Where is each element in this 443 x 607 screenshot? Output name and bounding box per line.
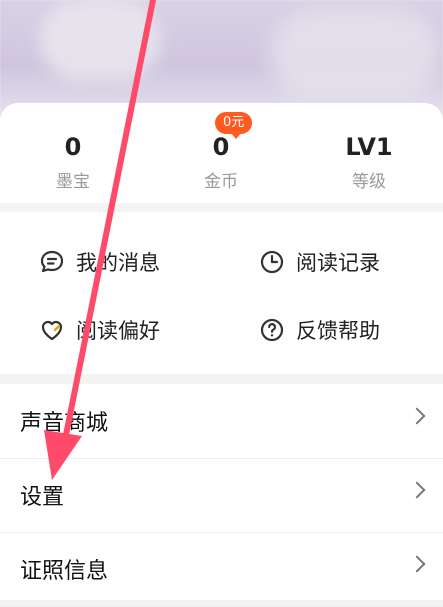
grid-item-preference[interactable]: 阅读偏好 bbox=[38, 310, 160, 350]
stat-level[interactable]: LV1 等级 bbox=[309, 133, 429, 192]
blurred-header-background bbox=[0, 0, 443, 120]
chevron-right-icon bbox=[408, 555, 426, 573]
stat-coins[interactable]: 0 金币 bbox=[161, 133, 281, 192]
grid-item-feedback[interactable]: 反馈帮助 bbox=[258, 310, 380, 350]
stat-value: 0 bbox=[212, 133, 230, 161]
clock-icon bbox=[260, 250, 284, 274]
heart-icon bbox=[41, 320, 63, 341]
help-icon bbox=[260, 318, 284, 342]
settings-list: 声音商城 设置 证照信息 bbox=[0, 384, 443, 607]
stat-label: 金币 bbox=[204, 172, 238, 192]
list-item-settings[interactable]: 设置 bbox=[0, 458, 443, 533]
chevron-right-icon bbox=[408, 407, 426, 425]
grid-item-label: 我的消息 bbox=[76, 251, 160, 275]
list-item-license-info[interactable]: 证照信息 bbox=[0, 532, 443, 607]
list-item-label: 证照信息 bbox=[20, 559, 109, 584]
message-icon bbox=[40, 250, 64, 273]
feature-grid: 我的消息 阅读记录 阅读偏好 反馈帮助 bbox=[0, 212, 443, 374]
grid-item-label: 阅读记录 bbox=[296, 251, 380, 275]
list-item-label: 声音商城 bbox=[20, 411, 109, 436]
grid-item-label: 反馈帮助 bbox=[296, 319, 380, 343]
blur-shape bbox=[40, 0, 160, 80]
coin-badge: 0元 bbox=[215, 112, 253, 139]
stat-label: 等级 bbox=[352, 172, 386, 192]
grid-item-messages[interactable]: 我的消息 bbox=[38, 242, 160, 282]
stat-value: 0 bbox=[64, 133, 82, 161]
chevron-right-icon bbox=[408, 481, 426, 499]
stat-mobao[interactable]: 0 墨宝 bbox=[13, 133, 133, 192]
list-item-sound-store[interactable]: 声音商城 bbox=[0, 384, 443, 459]
stat-value: LV1 bbox=[345, 133, 393, 161]
list-item-label: 设置 bbox=[20, 485, 65, 510]
grid-item-history[interactable]: 阅读记录 bbox=[258, 242, 380, 282]
blur-shape bbox=[270, 10, 440, 100]
stat-label: 墨宝 bbox=[56, 172, 90, 192]
grid-item-label: 阅读偏好 bbox=[76, 319, 160, 343]
